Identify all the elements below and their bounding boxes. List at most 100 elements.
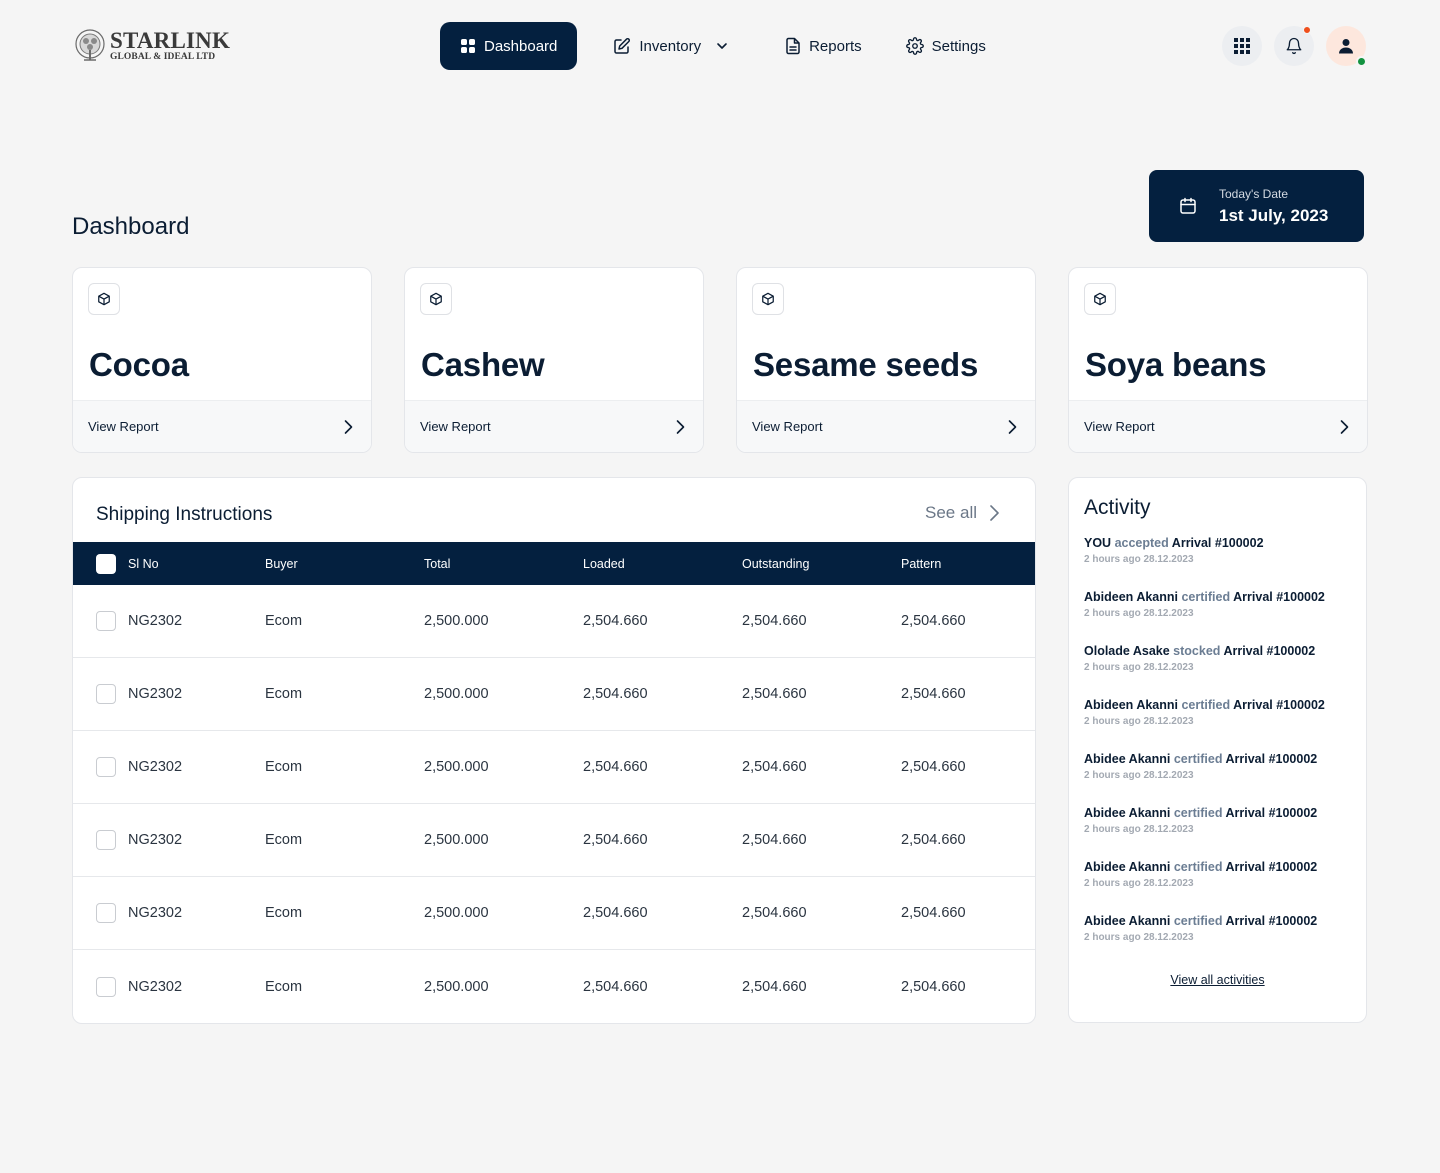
activity-verb: certified <box>1181 698 1231 712</box>
activity-actor: Abidee Akanni <box>1084 806 1171 820</box>
see-all-link[interactable]: See all <box>925 503 1001 523</box>
notification-dot <box>1303 26 1311 34</box>
column-header[interactable]: Sl No <box>128 557 159 571</box>
column-header[interactable]: Outstanding <box>742 557 809 571</box>
nav-dashboard[interactable]: Dashboard <box>440 22 578 70</box>
commodity-name: Soya beans <box>1085 346 1267 383</box>
commodity-name: Cashew <box>421 346 545 383</box>
table-row[interactable]: NG2302 Ecom 2,500.000 2,504.660 2,504.66… <box>73 877 1035 950</box>
view-report-label: View Report <box>752 419 823 434</box>
activity-object: Arrival #100002 <box>1171 536 1264 550</box>
view-report-label: View Report <box>1084 419 1155 434</box>
cell-total: 2,500.000 <box>424 905 489 921</box>
row-checkbox[interactable] <box>96 611 116 631</box>
table-row[interactable]: NG2302 Ecom 2,500.000 2,504.660 2,504.66… <box>73 658 1035 731</box>
view-report-link[interactable]: View Report <box>737 400 1035 452</box>
activity-text: Ololade Asake stocked Arrival #100002 <box>1084 644 1359 658</box>
nav-reports[interactable]: Reports <box>765 22 882 70</box>
column-header[interactable]: Buyer <box>265 557 298 571</box>
activity-item[interactable]: Abidee Akanni certified Arrival #100002 … <box>1084 806 1359 835</box>
column-header[interactable]: Total <box>424 557 450 571</box>
activity-verb: certified <box>1173 806 1223 820</box>
activity-time: 2 hours ago 28.12.2023 <box>1084 662 1194 673</box>
commodity-icon-box <box>88 283 120 315</box>
table-row[interactable]: NG2302 Ecom 2,500.000 2,504.660 2,504.66… <box>73 731 1035 804</box>
activity-verb: certified <box>1173 860 1223 874</box>
activity-verb: certified <box>1181 590 1231 604</box>
view-report-link[interactable]: View Report <box>73 400 371 452</box>
cell-outstanding: 2,504.660 <box>742 978 807 995</box>
activity-object: Arrival #100002 <box>1233 698 1325 712</box>
online-status-dot <box>1356 56 1367 67</box>
cell-pattern: 2,504.660 <box>901 905 966 921</box>
activity-time: 2 hours ago 28.12.2023 <box>1084 608 1194 619</box>
brand-logo[interactable]: STARLINK GLOBAL & IDEAL LTD <box>74 26 230 66</box>
apps-button[interactable] <box>1222 26 1262 66</box>
activity-text: Abidee Akanni certified Arrival #100002 <box>1084 914 1359 928</box>
row-checkbox[interactable] <box>96 976 116 997</box>
cell-sl-no: NG2302 <box>128 832 183 848</box>
cell-loaded: 2,504.660 <box>583 759 648 775</box>
activity-item[interactable]: Abideen Akanni certified Arrival #100002… <box>1084 698 1359 727</box>
activity-object: Arrival #100002 <box>1223 644 1316 658</box>
commodity-icon-box <box>1084 283 1116 315</box>
main-nav: Dashboard Inventory Reports Settings <box>440 22 1006 70</box>
view-all-activities-link[interactable]: View all activities <box>1069 973 1366 987</box>
commodity-name: Sesame seeds <box>753 346 979 383</box>
view-report-label: View Report <box>88 419 159 434</box>
cell-buyer: Ecom <box>265 978 303 995</box>
view-report-link[interactable]: View Report <box>405 400 703 452</box>
cell-outstanding: 2,504.660 <box>742 832 807 848</box>
commodity-card-cocoa: Cocoa View Report <box>72 267 372 453</box>
chevron-right-icon <box>990 505 999 521</box>
cell-sl-no: NG2302 <box>128 613 183 629</box>
activity-verb: certified <box>1173 752 1223 766</box>
activity-text: Abidee Akanni certified Arrival #100002 <box>1084 860 1359 874</box>
select-all-checkbox[interactable] <box>96 553 116 574</box>
activity-verb: certified <box>1173 914 1223 928</box>
shipping-title: Shipping Instructions <box>96 504 273 525</box>
cell-total: 2,500.000 <box>424 978 489 995</box>
nav-inventory[interactable]: Inventory <box>593 22 749 70</box>
activity-actor: Abidee Akanni <box>1084 914 1171 928</box>
activity-item[interactable]: Abidee Akanni certified Arrival #100002 … <box>1084 752 1359 781</box>
column-header[interactable]: Pattern <box>901 557 941 571</box>
activity-object: Arrival #100002 <box>1225 860 1318 874</box>
activity-item[interactable]: Abidee Akanni certified Arrival #100002 … <box>1084 914 1359 943</box>
activity-actor: Abideen Akanni <box>1084 698 1178 712</box>
commodity-card-cashew: Cashew View Report <box>404 267 704 453</box>
table-row[interactable]: NG2302 Ecom 2,500.000 2,504.660 2,504.66… <box>73 950 1035 1023</box>
cell-total: 2,500.000 <box>424 686 489 702</box>
nav-reports-label: Reports <box>809 37 862 55</box>
bell-icon <box>1286 37 1302 55</box>
grid-icon <box>461 39 475 53</box>
nav-settings[interactable]: Settings <box>886 22 1006 70</box>
column-header[interactable]: Loaded <box>583 557 625 571</box>
row-checkbox[interactable] <box>96 903 116 923</box>
document-icon <box>786 37 800 55</box>
row-checkbox[interactable] <box>96 684 116 704</box>
activity-title: Activity <box>1084 496 1151 519</box>
cell-buyer: Ecom <box>265 905 303 921</box>
commodity-icon-box <box>752 283 784 315</box>
activity-item[interactable]: Ololade Asake stocked Arrival #100002 2 … <box>1084 644 1359 673</box>
gear-icon <box>905 37 924 55</box>
cell-pattern: 2,504.660 <box>901 613 966 629</box>
activity-item[interactable]: YOU accepted Arrival #100002 2 hours ago… <box>1084 536 1359 565</box>
notifications-button[interactable] <box>1274 26 1314 66</box>
table-row[interactable]: NG2302 Ecom 2,500.000 2,504.660 2,504.66… <box>73 585 1035 658</box>
table-row[interactable]: NG2302 Ecom 2,500.000 2,504.660 2,504.66… <box>73 804 1035 877</box>
cell-outstanding: 2,504.660 <box>742 905 807 921</box>
view-report-link[interactable]: View Report <box>1069 400 1367 452</box>
apps-grid-icon <box>1234 38 1250 54</box>
cell-loaded: 2,504.660 <box>583 613 648 629</box>
today-date-card: Today's Date 1st July, 2023 <box>1149 170 1364 242</box>
row-checkbox[interactable] <box>96 757 116 777</box>
profile-avatar[interactable] <box>1326 26 1367 67</box>
activity-item[interactable]: Abideen Akanni certified Arrival #100002… <box>1084 590 1359 619</box>
activity-object: Arrival #100002 <box>1225 914 1318 928</box>
activity-verb: stocked <box>1173 644 1221 658</box>
row-checkbox[interactable] <box>96 830 116 850</box>
see-all-label: See all <box>925 503 977 522</box>
activity-item[interactable]: Abidee Akanni certified Arrival #100002 … <box>1084 860 1359 889</box>
